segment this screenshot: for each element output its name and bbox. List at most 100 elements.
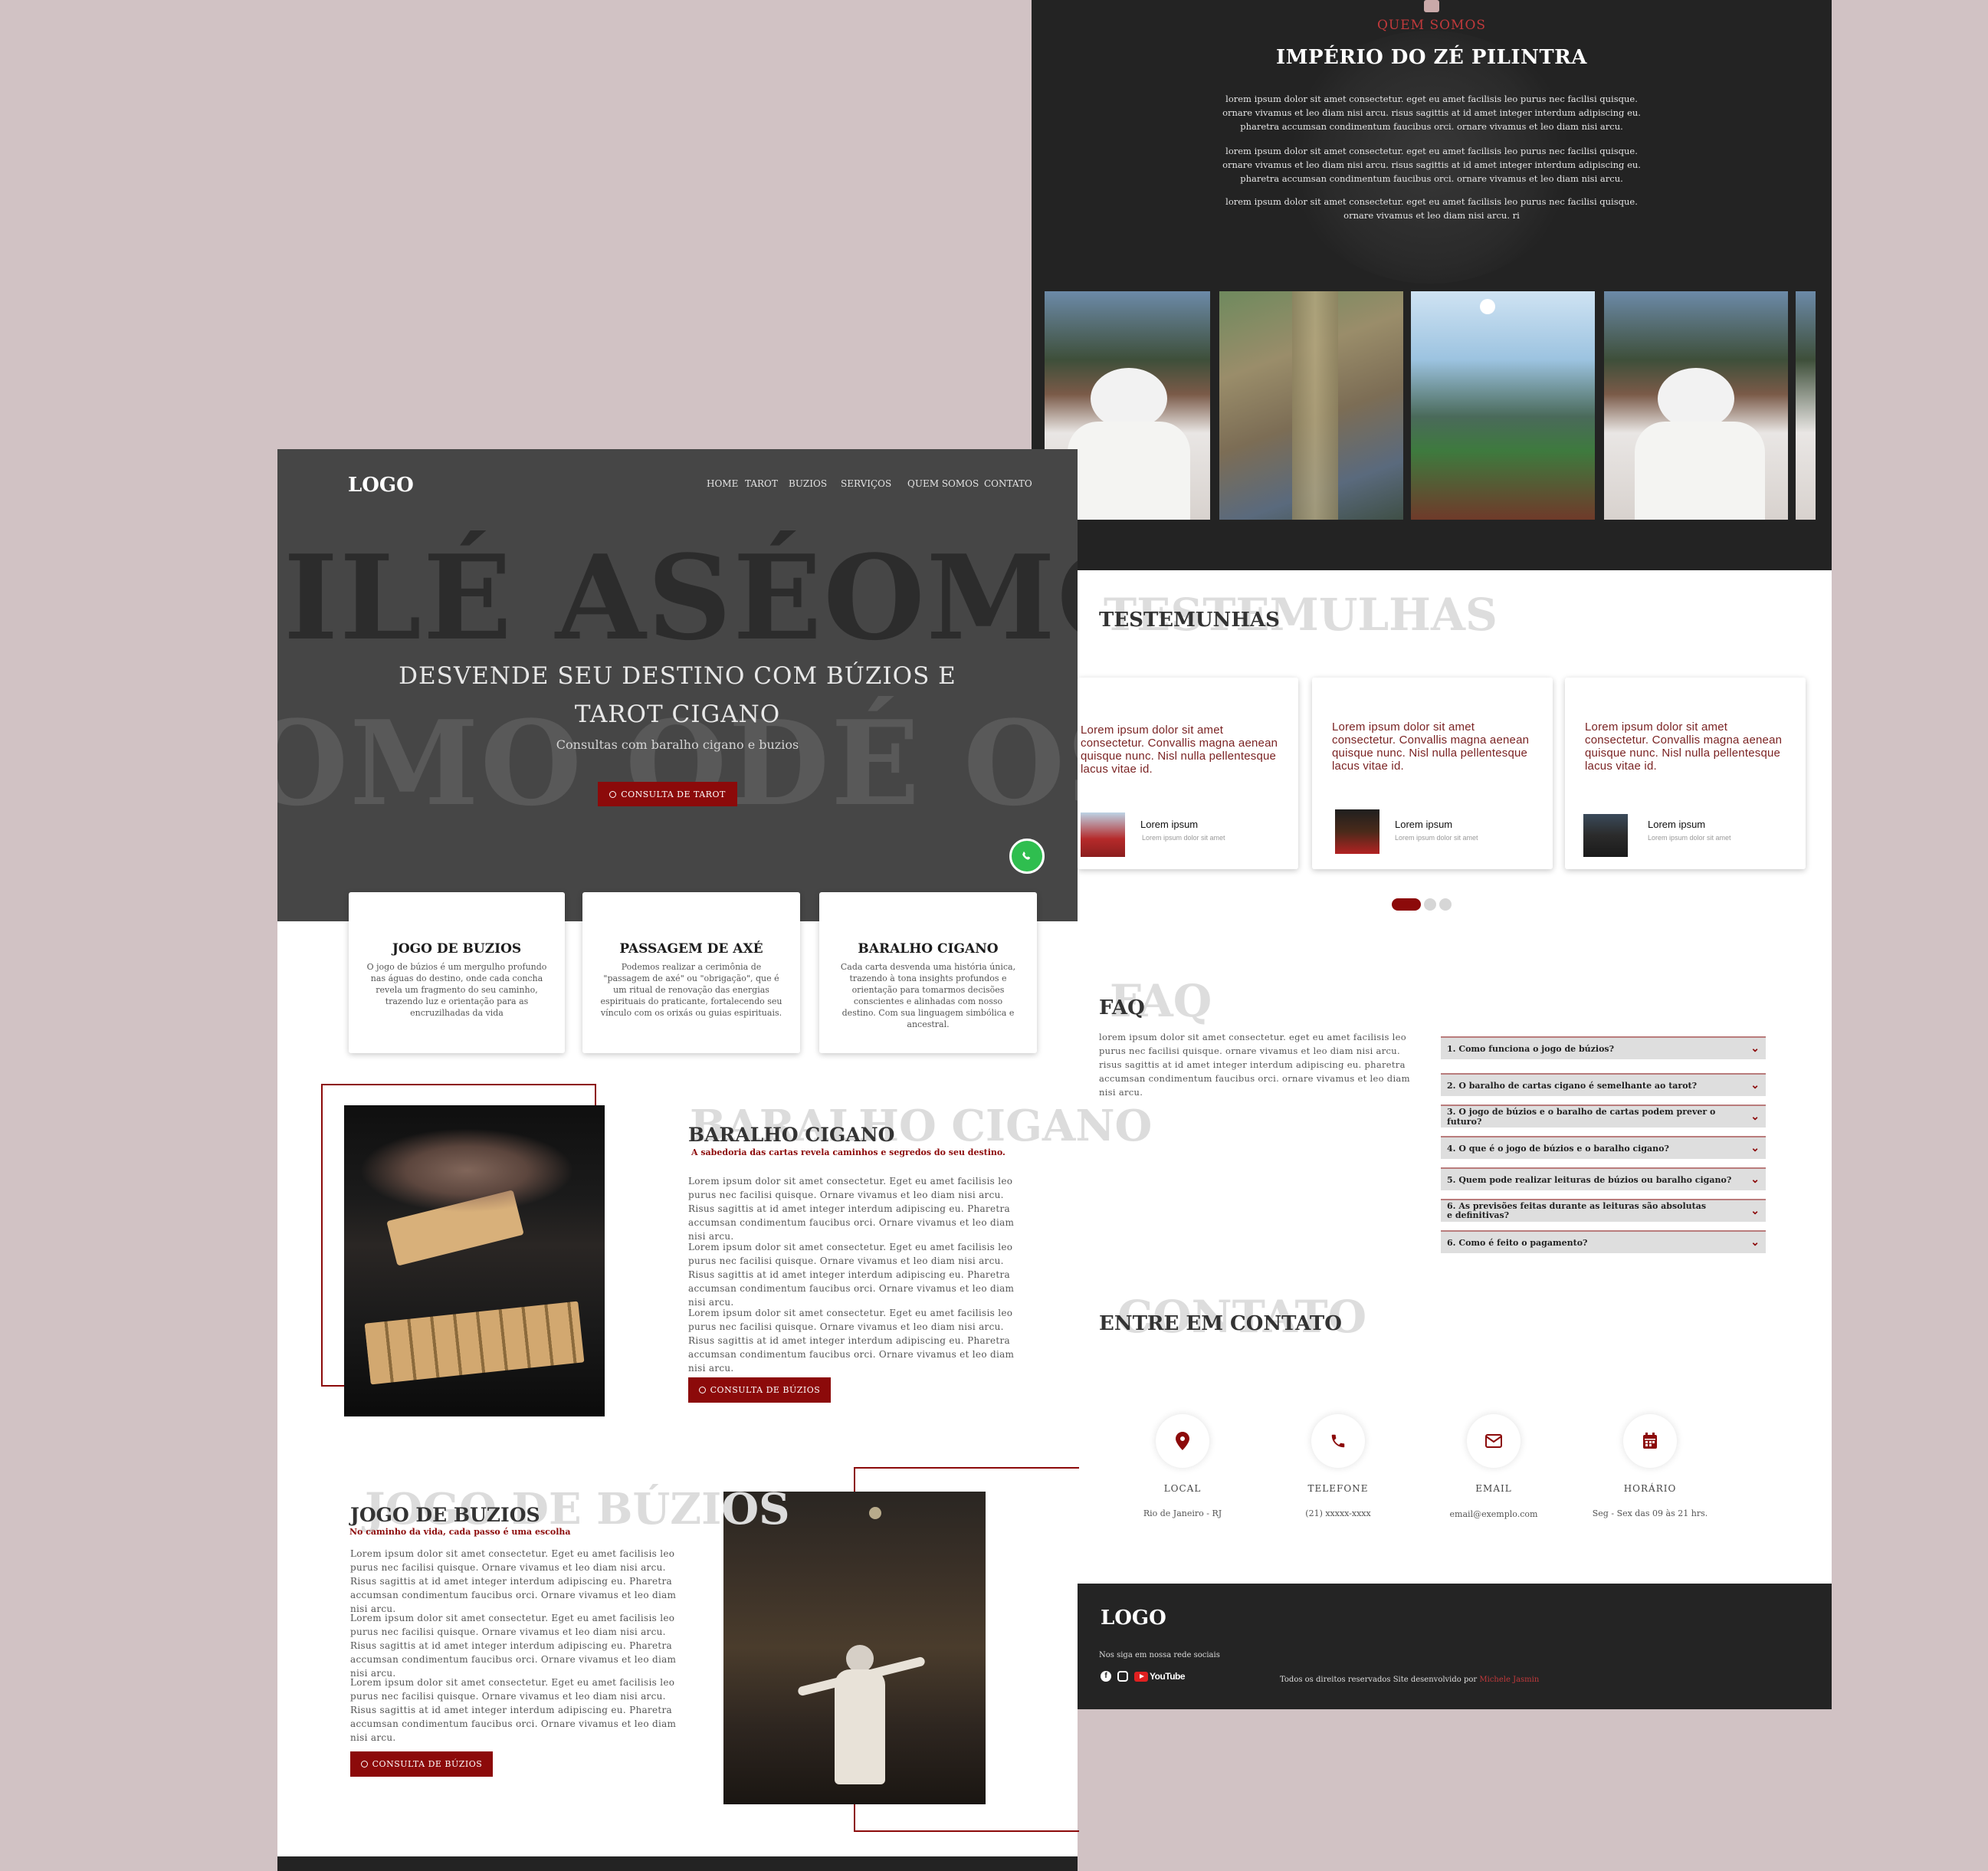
chevron-down-icon: ⌄: [1750, 1173, 1760, 1186]
footer: LOGO Nos siga em nossa rede sociais f Yo…: [1078, 1584, 1832, 1709]
map-pin-icon: [1176, 1432, 1189, 1450]
carousel-dot[interactable]: [1439, 898, 1452, 911]
nav-home[interactable]: HOME: [707, 478, 738, 489]
buzios-paragraph: Lorem ipsum dolor sit amet consectetur. …: [350, 1613, 677, 1679]
tarot-cta-label: CONSULTA DE TAROT: [621, 789, 726, 799]
faq-item[interactable]: 6. Como é feito o pagamento? ⌄: [1441, 1230, 1766, 1253]
whatsapp-icon: [1022, 852, 1031, 860]
nav-buzios[interactable]: BUZIOS: [789, 478, 827, 489]
chevron-down-icon: ⌄: [1750, 1142, 1760, 1154]
faq-question: 6. Como é feito o pagamento?: [1447, 1237, 1588, 1248]
about-paragraph: lorem ipsum dolor sit amet consectetur. …: [1222, 94, 1641, 132]
nav-quem-somos[interactable]: QUEM SOMOS: [907, 478, 979, 489]
faq-question: 1. Como funciona o jogo de búzios?: [1447, 1043, 1615, 1054]
avatar: [1583, 814, 1628, 857]
youtube-icon[interactable]: YouTube: [1134, 1671, 1186, 1682]
hero-subtitle: Consultas com baralho cigano e buzios: [556, 737, 799, 752]
avatar: [1081, 812, 1125, 857]
faq-item[interactable]: 3. O jogo de búzios e o baralho de carta…: [1441, 1105, 1766, 1128]
chevron-down-icon: ⌄: [1750, 1111, 1760, 1123]
tarot-cards-photo: [344, 1105, 605, 1416]
instagram-icon[interactable]: [1117, 1671, 1128, 1682]
gallery-photo[interactable]: [1219, 291, 1403, 520]
nav-contato[interactable]: CONTATO: [984, 478, 1032, 489]
testimonial-name: Lorem ipsum: [1648, 819, 1706, 830]
contact-label: TELEFONE: [1307, 1483, 1369, 1494]
about-paragraph: lorem ipsum dolor sit amet consectetur. …: [1222, 146, 1641, 184]
whatsapp-float-button[interactable]: [1009, 839, 1045, 874]
contact-local-button[interactable]: [1156, 1414, 1209, 1468]
service-text: Podemos realizar a cerimônia de "passage…: [600, 962, 782, 1018]
service-title: JOGO DE BUZIOS: [392, 941, 522, 957]
testimonial-card: Lorem ipsum dolor sit amet consectetur. …: [1312, 678, 1553, 869]
faq-question: 2. O baralho de cartas cigano é semelhan…: [1447, 1080, 1698, 1091]
mail-icon: [1485, 1434, 1502, 1448]
faq-question: 3. O jogo de búzios e o baralho de carta…: [1447, 1107, 1716, 1127]
contact-label: HORÁRIO: [1623, 1483, 1677, 1494]
testimonial-card: Lorem ipsum dolor sit amet consectetur. …: [1565, 678, 1806, 869]
service-card[interactable]: PASSAGEM DE AXÉ Podemos realizar a cerim…: [582, 892, 800, 1053]
testimonial-card: Lorem ipsum dolor sit amet consectetur. …: [1078, 678, 1298, 869]
chevron-down-icon: ⌄: [1750, 1079, 1760, 1091]
baralho-subtitle: A sabedoria das cartas revela caminhos e…: [691, 1147, 1005, 1157]
whatsapp-icon: [609, 790, 617, 798]
footer-logo: LOGO: [1101, 1607, 1166, 1630]
whatsapp-icon: [360, 1761, 368, 1768]
nav-servicos[interactable]: SERVIÇOS: [841, 478, 891, 489]
buzios-cta-label: CONSULTA DE BÚZIOS: [372, 1759, 483, 1769]
contact-value: Rio de Janeiro - RJ: [1143, 1508, 1222, 1518]
gallery-photo[interactable]: [1604, 291, 1788, 520]
tarot-cta-button[interactable]: CONSULTA DE TAROT: [598, 782, 737, 806]
hero-title-1: DESVENDE SEU DESTINO COM BÚZIOS E: [399, 662, 956, 690]
service-card[interactable]: BARALHO CIGANO Cada carta desvenda uma h…: [819, 892, 1037, 1053]
gallery-photo[interactable]: [1796, 291, 1816, 520]
testimonials-title: TESTEMUNHAS: [1099, 609, 1280, 632]
service-title: BARALHO CIGANO: [858, 941, 999, 957]
faq-item[interactable]: 2. O baralho de cartas cigano é semelhan…: [1441, 1073, 1766, 1096]
baralho-paragraph: Lorem ipsum dolor sit amet consectetur. …: [688, 1308, 1015, 1374]
footer-author-link[interactable]: Michele Jasmin: [1479, 1676, 1539, 1684]
contact-value: Seg - Sex das 09 às 21 hrs.: [1592, 1508, 1708, 1518]
faq-item[interactable]: 6. As previsões feitas durante as leitur…: [1441, 1199, 1766, 1222]
chevron-down-icon: ⌄: [1750, 1205, 1760, 1217]
faq-item[interactable]: 1. Como funciona o jogo de búzios? ⌄: [1441, 1036, 1766, 1059]
contact-value: (21) xxxxx-xxxx: [1305, 1508, 1371, 1518]
chevron-down-icon: ⌄: [1750, 1236, 1760, 1249]
faq-intro: lorem ipsum dolor sit amet consectetur. …: [1099, 1032, 1410, 1098]
testimonial-role: Lorem ipsum dolor sit amet: [1142, 834, 1225, 842]
faq-item[interactable]: 4. O que é o jogo de búzios e o baralho …: [1441, 1136, 1766, 1159]
buzios-cta-button-2[interactable]: CONSULTA DE BÚZIOS: [350, 1751, 493, 1777]
carousel-dot-active[interactable]: [1392, 898, 1421, 911]
baralho-paragraph: Lorem ipsum dolor sit amet consectetur. …: [688, 1176, 1015, 1242]
contact-phone-button[interactable]: [1311, 1414, 1365, 1468]
hero-title-2: TAROT CIGANO: [574, 701, 781, 728]
faq-question: 4. O que é o jogo de búzios e o baralho …: [1447, 1143, 1669, 1154]
faq-item[interactable]: 5. Quem pode realizar leituras de búzios…: [1441, 1167, 1766, 1190]
carousel-dot[interactable]: [1424, 898, 1436, 911]
testimonial-name: Lorem ipsum: [1395, 819, 1453, 830]
contact-schedule-button[interactable]: [1623, 1414, 1677, 1468]
service-title: PASSAGEM DE AXÉ: [619, 941, 763, 957]
nav-tarot[interactable]: TAROT: [745, 478, 778, 489]
contact-value[interactable]: email@exemplo.com: [1417, 1509, 1570, 1519]
hero-bg-text-1: ILÉ ASÉOMO O: [284, 529, 1078, 666]
buzios-cta-button[interactable]: CONSULTA DE BÚZIOS: [688, 1377, 831, 1403]
buzios-cta-label: CONSULTA DE BÚZIOS: [710, 1385, 821, 1395]
contact-email-button[interactable]: [1467, 1414, 1521, 1468]
ze-pilintra-photo: [723, 1492, 986, 1804]
hero-section: ILÉ ASÉOMO O OMO ODÉ OSU LOGO HOME TAROT…: [277, 449, 1078, 921]
footer-credits: Todos os direitos reservados Site desenv…: [1280, 1676, 1539, 1684]
buzios-paragraph: Lorem ipsum dolor sit amet consectetur. …: [350, 1548, 677, 1614]
testimonial-text: Lorem ipsum dolor sit amet consectetur. …: [1332, 720, 1530, 773]
facebook-icon[interactable]: f: [1101, 1671, 1111, 1682]
buzios-subtitle: No caminho da vida, cada passo é uma esc…: [349, 1527, 571, 1537]
testimonial-name: Lorem ipsum: [1140, 819, 1199, 830]
service-card[interactable]: JOGO DE BUZIOS O jogo de búzios é um mer…: [349, 892, 565, 1053]
gallery-photo[interactable]: [1411, 291, 1595, 520]
youtube-label: YouTube: [1150, 1671, 1186, 1682]
logo[interactable]: LOGO: [348, 474, 414, 497]
whatsapp-icon: [698, 1387, 706, 1393]
faq-question: 5. Quem pode realizar leituras de búzios…: [1447, 1174, 1732, 1185]
about-paragraph: lorem ipsum dolor sit amet consectetur. …: [1225, 196, 1638, 221]
contact-label: EMAIL: [1475, 1483, 1512, 1494]
